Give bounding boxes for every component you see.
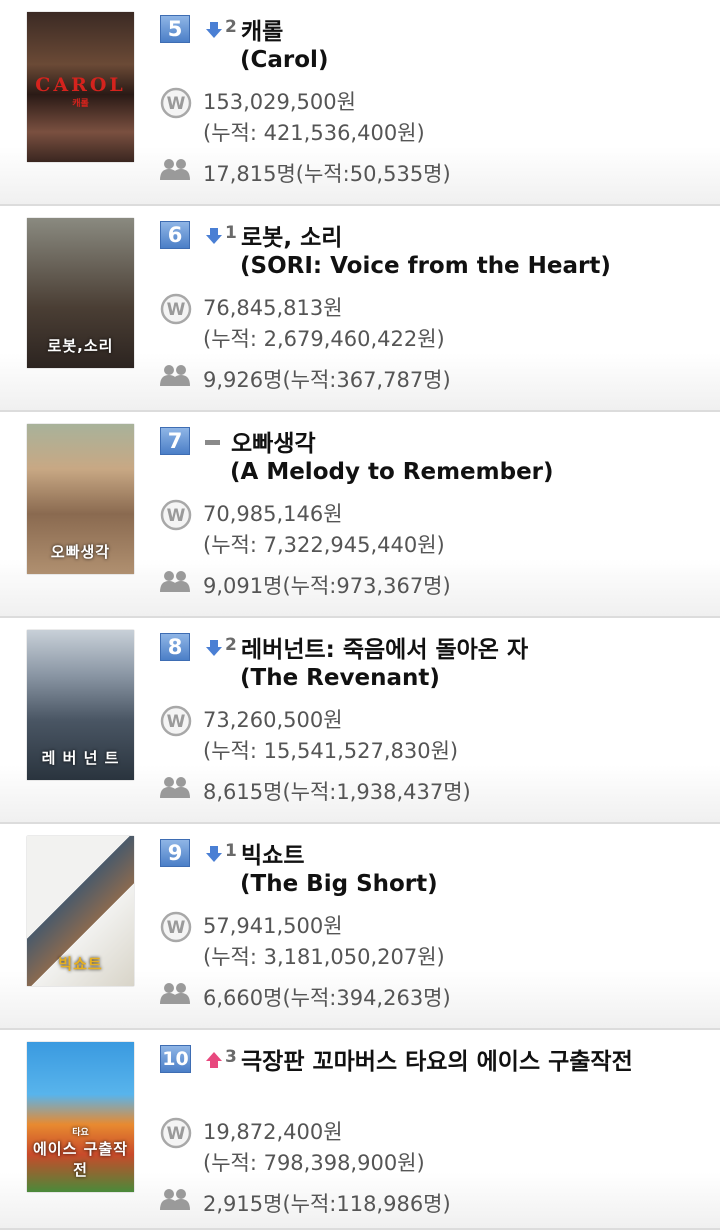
list-item[interactable]: 오빠생각 7 오빠생각 (A Melody to Remember) W 70,… [0,412,720,618]
audience-icon [160,1189,190,1210]
movie-poster[interactable]: 레 버 넌 트 [27,630,134,780]
cumulative-sales: (누적: 7,322,945,440원) [203,533,445,557]
movie-title-korean[interactable]: 레버넌트: 죽음에서 돌아온 자 [241,630,528,664]
audience-icon [160,983,190,1004]
svg-text:W: W [167,506,186,526]
movie-poster[interactable]: CAROL 캐롤 [27,12,134,162]
svg-text:W: W [167,712,186,732]
poster-title-text: 오빠생각 [50,543,111,561]
movie-title-korean[interactable]: 오빠생각 [231,424,316,458]
no-change-icon [205,440,220,445]
won-currency-icon: W [160,499,192,531]
audience-icon [160,159,190,180]
rank-change-amount: 3 [225,1047,237,1067]
movie-title-english[interactable]: (Carol) [240,47,328,73]
arrow-down-icon [206,22,222,38]
poster-title-text: 빅쇼트 [58,955,103,973]
movie-title-korean[interactable]: 극장판 꼬마버스 타요의 에이스 구출작전 [241,1042,633,1076]
list-item[interactable]: 타요 에이스 구출작전 10 3 극장판 꼬마버스 타요의 에이스 구출작전 W… [0,1030,720,1230]
audience-count: 9,091명(누적:973,367명) [203,574,451,598]
rank-change-amount: 1 [225,223,237,243]
audience-icon [160,365,190,386]
movie-title-english[interactable]: (The Revenant) [240,665,440,691]
won-currency-icon: W [160,911,192,943]
won-currency-icon: W [160,293,192,325]
arrow-down-icon [206,640,222,656]
won-currency-icon: W [160,1117,192,1149]
audience-count: 9,926명(누적:367,787명) [203,368,451,392]
arrow-down-icon [206,846,222,862]
cumulative-sales: (누적: 15,541,527,830원) [203,739,459,763]
movie-title-english[interactable]: (SORI: Voice from the Heart) [240,253,611,279]
poster-title-text: 레 버 넌 트 [41,749,120,767]
svg-text:W: W [167,918,186,938]
daily-sales: 19,872,400원 [203,1120,343,1144]
svg-text:W: W [167,94,186,114]
audience-count: 2,915명(누적:118,986명) [203,1192,451,1216]
rank-badge: 5 [160,15,190,43]
movie-title-english[interactable]: (A Melody to Remember) [230,459,554,485]
list-item[interactable]: CAROL 캐롤 5 2 캐롤 (Carol) W 153,029,500원 (… [0,0,720,206]
movie-poster[interactable]: 타요 에이스 구출작전 [27,1042,134,1192]
rank-badge: 7 [160,427,190,455]
won-currency-icon: W [160,705,192,737]
daily-sales: 57,941,500원 [203,914,343,938]
svg-text:W: W [167,300,186,320]
cumulative-sales: (누적: 2,679,460,422원) [203,327,445,351]
movie-title-korean[interactable]: 로봇, 소리 [241,218,342,252]
arrow-down-icon [206,228,222,244]
rank-change-amount: 2 [225,635,237,655]
daily-sales: 153,029,500원 [203,90,356,114]
svg-text:W: W [167,1124,186,1144]
rank-change-amount: 1 [225,841,237,861]
rank-change-amount: 2 [225,17,237,37]
movie-title-korean[interactable]: 캐롤 [241,12,283,46]
rank-badge: 10 [160,1045,191,1073]
audience-count: 6,660명(누적:394,263명) [203,986,451,1010]
daily-sales: 76,845,813원 [203,296,343,320]
audience-icon [160,571,190,592]
poster-title-text: CAROL 캐롤 [35,74,126,109]
list-item[interactable]: 레 버 넌 트 8 2 레버넌트: 죽음에서 돌아온 자 (The Revena… [0,618,720,824]
movie-poster[interactable]: 오빠생각 [27,424,134,574]
movie-title-korean[interactable]: 빅쇼트 [241,836,304,870]
box-office-list: CAROL 캐롤 5 2 캐롤 (Carol) W 153,029,500원 (… [0,0,720,1230]
audience-icon [160,777,190,798]
daily-sales: 70,985,146원 [203,502,343,526]
cumulative-sales: (누적: 3,181,050,207원) [203,945,445,969]
audience-count: 17,815명(누적:50,535명) [203,162,451,186]
poster-title-text: 타요 에이스 구출작전 [32,1128,129,1179]
list-item[interactable]: 빅쇼트 9 1 빅쇼트 (The Big Short) W 57,941,500… [0,824,720,1030]
movie-poster[interactable]: 빅쇼트 [27,836,134,986]
cumulative-sales: (누적: 798,398,900원) [203,1151,425,1175]
rank-badge: 9 [160,839,190,867]
poster-title-text: 로봇,소리 [47,337,114,355]
movie-title-english[interactable]: (The Big Short) [240,871,438,897]
cumulative-sales: (누적: 421,536,400원) [203,121,425,145]
rank-badge: 6 [160,221,190,249]
audience-count: 8,615명(누적:1,938,437명) [203,780,471,804]
arrow-up-icon [206,1052,222,1068]
movie-poster[interactable]: 로봇,소리 [27,218,134,368]
list-item[interactable]: 로봇,소리 6 1 로봇, 소리 (SORI: Voice from the H… [0,206,720,412]
daily-sales: 73,260,500원 [203,708,343,732]
won-currency-icon: W [160,87,192,119]
rank-badge: 8 [160,633,190,661]
